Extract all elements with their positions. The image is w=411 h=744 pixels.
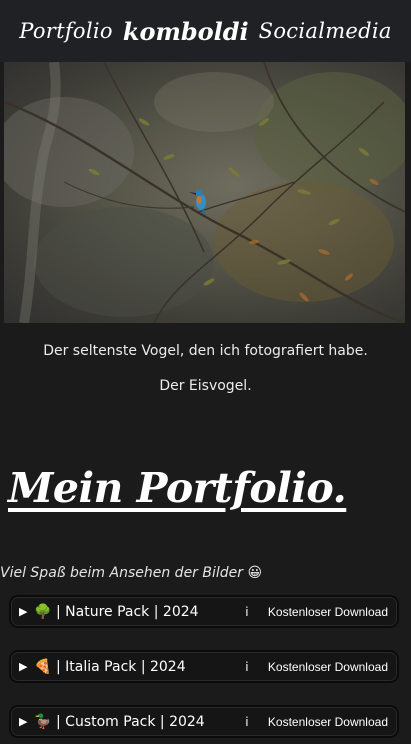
brand-logo[interactable]: komboldi bbox=[123, 17, 249, 46]
expand-arrow-icon: ▶ bbox=[19, 715, 28, 728]
top-navigation: Portfolio komboldi Socialmedia bbox=[0, 0, 411, 62]
expand-arrow-icon: ▶ bbox=[19, 660, 28, 673]
pack-italia[interactable]: ▶ 🍕 | Italia Pack | 2024 i Kostenloser D… bbox=[9, 650, 399, 683]
pack-title: | Nature Pack | 2024 bbox=[56, 603, 199, 620]
info-button[interactable]: i bbox=[238, 605, 256, 619]
nav-link-socialmedia[interactable]: Socialmedia bbox=[259, 19, 392, 43]
info-button[interactable]: i bbox=[238, 715, 256, 729]
hero-subcaption: Der Eisvogel. bbox=[159, 378, 252, 394]
tree-icon: 🌳 bbox=[34, 603, 52, 620]
download-link[interactable]: Kostenloser Download bbox=[268, 715, 388, 729]
hero-photo-illustration bbox=[4, 62, 405, 323]
pack-custom[interactable]: ▶ 🦆 | Custom Pack | 2024 i Kostenloser D… bbox=[9, 705, 399, 738]
pack-nature[interactable]: ▶ 🌳 | Nature Pack | 2024 i Kostenloser D… bbox=[9, 595, 399, 628]
duck-icon: 🦆 bbox=[34, 713, 52, 730]
hero-caption: Der seltenste Vogel, den ich fotografier… bbox=[43, 343, 368, 359]
download-link[interactable]: Kostenloser Download bbox=[268, 660, 388, 674]
nav-link-portfolio[interactable]: Portfolio bbox=[19, 19, 113, 43]
portfolio-intro: Viel Spaß beim Ansehen der Bilder 😀 bbox=[0, 565, 263, 581]
pizza-icon: 🍕 bbox=[34, 658, 52, 675]
expand-arrow-icon: ▶ bbox=[19, 605, 28, 618]
pack-title: | Custom Pack | 2024 bbox=[56, 713, 205, 730]
download-link[interactable]: Kostenloser Download bbox=[268, 605, 388, 619]
pack-title: | Italia Pack | 2024 bbox=[56, 658, 186, 675]
hero-photo-kingfisher bbox=[4, 62, 405, 323]
portfolio-heading: Mein Portfolio. bbox=[8, 464, 347, 512]
info-button[interactable]: i bbox=[238, 660, 256, 674]
